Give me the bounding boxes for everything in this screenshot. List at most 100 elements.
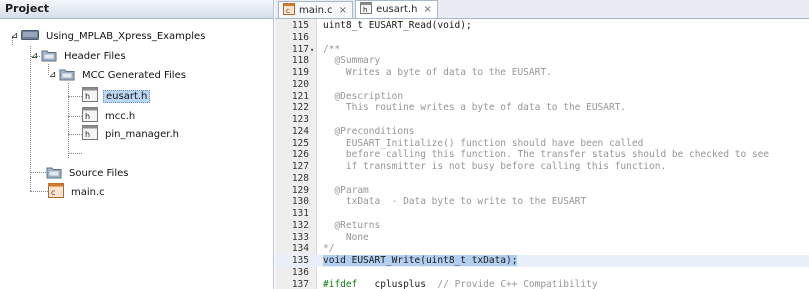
line-number: 135: [291, 255, 309, 266]
close-icon[interactable]: ×: [423, 4, 431, 15]
code-line[interactable]: 122 This routine writes a byte of data t…: [275, 102, 809, 114]
code-line[interactable]: 131: [275, 208, 809, 220]
tree-label-eusart-h: eusart.h: [103, 89, 151, 103]
tree-node-root[interactable]: ⊿ Using_MPLAB_Xpress_Examples: [10, 27, 207, 45]
line-number: 130: [291, 196, 309, 208]
tab-label: eusart.h: [376, 4, 418, 15]
code-line[interactable]: 120: [275, 79, 809, 91]
line-number: 122: [291, 102, 309, 114]
code-line[interactable]: 137 #ifdef __cplusplus // Provide C++ Com…: [275, 279, 809, 289]
line-number: 115: [291, 20, 309, 31]
line-number: 118: [291, 55, 309, 67]
line-number: 121: [291, 90, 309, 102]
code-line[interactable]: 121 @Description: [275, 91, 809, 103]
tree-connector: [68, 134, 82, 135]
collapse-icon[interactable]: ⊿: [10, 31, 19, 41]
line-number: 116: [291, 31, 309, 43]
code-text: void EUSART_Write(uint8_t txData);: [323, 255, 518, 266]
line-number: 123: [291, 114, 309, 125]
tree-label-pin-manager-h: pin_manager.h: [105, 128, 180, 140]
code-text: @Preconditions: [323, 125, 415, 137]
code-line[interactable]: 130 txData - Data byte to write to the E…: [275, 196, 809, 208]
code-line[interactable]: 134 */: [275, 243, 809, 255]
code-text: #ifdef __cplusplus // Provide C++ Compat…: [323, 278, 598, 289]
tree-node-mcc-generated-files[interactable]: ⊿ MCC Generated Files: [48, 66, 188, 84]
tab-eusart-h[interactable]: h eusart.h ×: [355, 0, 438, 18]
code-line[interactable]: 119 Writes a byte of data to the EUSART.: [275, 67, 809, 79]
tree-connector: [68, 83, 69, 158]
code-text: before calling this function. The transf…: [323, 149, 770, 161]
collapse-icon[interactable]: ⊿: [30, 51, 39, 61]
close-icon[interactable]: ×: [339, 5, 347, 16]
code-text: @Returns: [323, 219, 381, 231]
svg-text:h: h: [85, 130, 90, 139]
code-line[interactable]: 126 before calling this function. The tr…: [275, 149, 809, 161]
code-text: EUSART_Initialize() function should have…: [323, 137, 644, 149]
tree-connector: [30, 172, 46, 173]
code-line[interactable]: 135 void EUSART_Write(uint8_t txData);: [275, 255, 809, 267]
collapse-icon[interactable]: ⊿: [48, 70, 57, 80]
tree-connector: [68, 96, 82, 97]
code-line[interactable]: 129 @Param: [275, 185, 809, 197]
project-pane-title: Project: [0, 0, 273, 19]
tab-main-c[interactable]: c main.c ×: [278, 1, 354, 18]
tree-node-mcc-h[interactable]: h mcc.h: [82, 107, 137, 125]
tab-label: main.c: [299, 4, 333, 16]
project-tree: ⊿ Using_MPLAB_Xpress_Examples ⊿ Header F…: [0, 19, 273, 289]
tree-node-pin-manager-h[interactable]: h pin_manager.h: [82, 125, 181, 143]
h-file-icon: h: [82, 87, 98, 105]
code-line[interactable]: 136: [275, 267, 809, 279]
code-line[interactable]: 128: [275, 173, 809, 185]
code-line[interactable]: 115 uint8_t EUSART_Read(void);: [275, 20, 809, 32]
code-line[interactable]: 132 @Returns: [275, 220, 809, 232]
tree-node-header-files[interactable]: ⊿ Header Files: [30, 47, 128, 65]
folder-icon: [59, 67, 75, 84]
code-line[interactable]: 123: [275, 114, 809, 126]
line-number: 117: [291, 43, 309, 55]
code-line[interactable]: 116: [275, 32, 809, 44]
line-number: 134: [291, 243, 309, 255]
code-text: txData - Data byte to write to the EUSAR…: [323, 196, 587, 208]
tree-connector: [68, 153, 82, 154]
tree-label-root: Using_MPLAB_Xpress_Examples: [46, 30, 206, 42]
line-number: 124: [291, 125, 309, 137]
svg-text:c: c: [51, 188, 55, 197]
code-line[interactable]: 118 @Summary: [275, 55, 809, 67]
fold-toggle-icon[interactable]: ▾: [310, 44, 317, 56]
code-line[interactable]: 127 if transmitter is not busy before ca…: [275, 161, 809, 173]
code-line[interactable]: 124 @Preconditions: [275, 126, 809, 138]
code-text: */: [323, 243, 335, 255]
line-number: 126: [291, 149, 309, 161]
tree-label-mcc-h: mcc.h: [105, 110, 136, 122]
line-number: 132: [291, 219, 309, 231]
tree-node-main-c[interactable]: c main.c: [48, 183, 107, 201]
svg-text:h: h: [85, 92, 90, 101]
code-line[interactable]: 133 None: [275, 232, 809, 244]
code-text: if transmitter is not busy before callin…: [323, 161, 667, 172]
tree-node-eusart-h[interactable]: h eusart.h: [82, 87, 151, 105]
code-text: None: [323, 231, 369, 243]
tree-node-source-files[interactable]: Source Files: [46, 164, 130, 182]
code-editor[interactable]: 115 uint8_t EUSART_Read(void); 116 117 ▾/** 1…: [275, 19, 809, 289]
code-text: This routine writes a byte of data to th…: [323, 102, 627, 114]
line-number: 125: [291, 137, 309, 149]
line-number: 137: [291, 278, 309, 289]
code-text: uint8_t EUSART_Read(void);: [323, 20, 472, 31]
svg-text:c: c: [286, 7, 290, 15]
code-text: @Param: [323, 184, 369, 196]
line-number: 119: [291, 67, 309, 78]
line-number: 129: [291, 184, 309, 196]
tree-label-mcc-generated-files: MCC Generated Files: [82, 69, 186, 81]
project-pane: Project ⊿ Using_MPLAB_Xpress_Examples ⊿: [0, 0, 274, 289]
svg-text:h: h: [363, 6, 367, 14]
tree-connector: [30, 177, 31, 191]
tree-label-main-c: main.c: [71, 186, 105, 198]
h-file-icon: h: [82, 107, 98, 125]
tree-connector: [68, 116, 82, 117]
folder-icon: [46, 165, 62, 182]
code-line[interactable]: 117 ▾ /**: [275, 44, 809, 56]
h-file-icon: h: [360, 2, 373, 17]
code-text: Writes a byte of data to the EUSART.: [323, 67, 552, 78]
line-number: 131: [291, 208, 309, 219]
code-line[interactable]: 125 EUSART_Initialize() function should …: [275, 138, 809, 150]
